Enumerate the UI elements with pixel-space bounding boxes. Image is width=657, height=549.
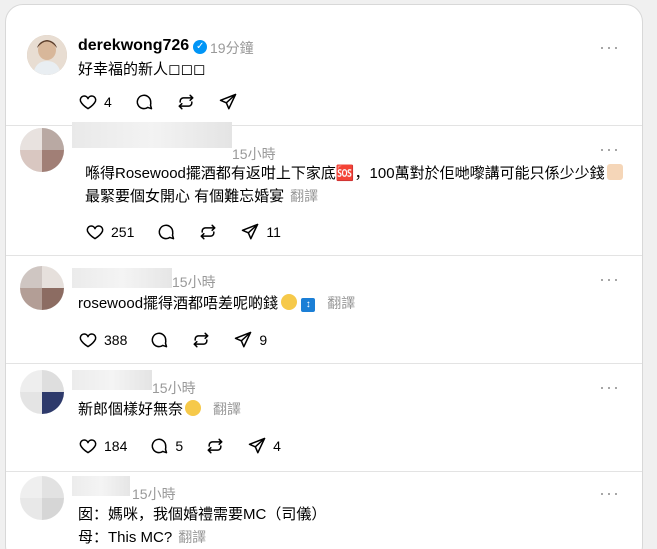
share-button[interactable]: 9 [233, 330, 267, 350]
share-button[interactable]: 11 [240, 222, 281, 242]
timestamp: 15小時 [232, 146, 276, 162]
hand-emoji-icon [606, 164, 623, 180]
like-button[interactable]: 184 [78, 436, 127, 456]
share-button[interactable] [218, 92, 238, 112]
reply-post: 15小時 ··· rosewood擺得酒都唔差呢啲錢 ↕ 翻譯 388 9 [6, 256, 642, 364]
reply-post: 15小時 ··· 喺得Rosewood擺酒都有返咁上下家底🆘，100萬對於佢哋嚟… [6, 122, 642, 256]
comment-button[interactable]: 5 [149, 436, 183, 456]
avatar[interactable] [20, 370, 64, 414]
repost-icon [200, 224, 216, 240]
more-icon[interactable]: ··· [599, 140, 620, 158]
comment-icon [158, 224, 175, 240]
post-text: 新郎個樣好無奈 翻譯 [78, 400, 242, 418]
like-button[interactable]: 4 [78, 92, 112, 112]
translate-link[interactable]: 翻譯 [178, 529, 206, 545]
blurred-username [72, 370, 152, 390]
share-icon [219, 93, 237, 110]
share-count: 9 [259, 332, 268, 348]
more-icon[interactable]: ··· [599, 270, 620, 288]
post-text: 好幸福的新人◻◻◻ [78, 61, 206, 78]
like-count: 251 [111, 224, 135, 240]
repost-button[interactable] [198, 222, 218, 242]
translate-link[interactable]: 翻譯 [213, 401, 241, 417]
action-bar: 184 5 4 [78, 436, 303, 456]
timestamp: 15小時 [172, 274, 216, 290]
like-count: 184 [104, 438, 128, 454]
avatar[interactable] [20, 476, 64, 520]
share-icon [248, 437, 266, 454]
reply-post: 15小時 ··· 囡：媽咪，我個婚禮需要MC（司儀） 母：This MC? 翻譯 [6, 472, 642, 549]
repost-icon [207, 438, 223, 454]
repost-button[interactable] [205, 436, 225, 456]
action-bar: 388 9 [78, 330, 289, 350]
translate-link[interactable]: 翻譯 [327, 295, 355, 311]
comment-icon [151, 332, 168, 348]
avatar[interactable] [20, 128, 64, 172]
heart-icon [79, 333, 97, 348]
share-count: 4 [273, 438, 281, 454]
comment-count: 5 [175, 438, 184, 454]
timestamp: 15小時 [132, 486, 176, 502]
like-button[interactable]: 251 [85, 222, 134, 242]
reply-post: 15小時 ··· 新郎個樣好無奈 翻譯 184 5 4 [6, 364, 642, 472]
username[interactable]: derekwong726 ✓ [78, 37, 208, 55]
blurred-username [72, 122, 232, 148]
window-edge [643, 0, 657, 549]
heart-icon [79, 95, 97, 110]
blurred-username [72, 476, 130, 496]
repost-icon [193, 332, 209, 348]
like-count: 388 [104, 332, 128, 348]
repost-icon [178, 94, 194, 110]
post-text: 囡：媽咪，我個婚禮需要MC（司儀） [78, 506, 327, 523]
translate-link[interactable]: 翻譯 [290, 188, 318, 204]
action-bar: 4 [78, 92, 260, 112]
heart-icon [86, 225, 104, 240]
comment-button[interactable] [134, 92, 154, 112]
share-count: 11 [266, 224, 281, 240]
timestamp: 15小時 [152, 380, 196, 396]
avatar[interactable] [27, 35, 67, 75]
verified-badge-icon: ✓ [193, 40, 208, 54]
blurred-username [72, 268, 172, 288]
thread-card: derekwong726 ✓ 19分鐘 ··· 好幸福的新人◻◻◻ 4 15小時… [5, 4, 643, 549]
laughing-emoji-icon [185, 400, 202, 416]
more-icon[interactable]: ··· [599, 38, 620, 56]
smiley-emoji-icon [281, 294, 298, 310]
share-icon [235, 331, 252, 348]
like-button[interactable]: 388 [78, 330, 127, 350]
comment-icon [136, 94, 153, 110]
more-icon[interactable]: ··· [599, 378, 620, 396]
arrow-emoji-icon: ↕ [301, 298, 316, 312]
heart-icon [79, 439, 97, 454]
comment-icon [151, 438, 168, 454]
main-post: derekwong726 ✓ 19分鐘 ··· 好幸福的新人◻◻◻ 4 [6, 5, 642, 126]
timestamp: 19分鐘 [210, 40, 254, 56]
avatar[interactable] [20, 266, 64, 310]
post-text: rosewood擺得酒都唔差呢啲錢 ↕ 翻譯 [78, 294, 356, 312]
repost-button[interactable] [176, 92, 196, 112]
repost-button[interactable] [191, 330, 211, 350]
post-text-line2: 最緊要個女開心 有個難忘婚宴 翻譯 [85, 188, 319, 205]
action-bar: 251 11 [85, 222, 303, 242]
more-icon[interactable]: ··· [599, 484, 620, 502]
post-text: 喺得Rosewood擺酒都有返咁上下家底🆘，100萬對於佢哋嚟講可能只係少少錢 [85, 163, 623, 185]
share-icon [242, 223, 259, 240]
like-count: 4 [104, 94, 112, 110]
share-button[interactable]: 4 [247, 436, 281, 456]
comment-button[interactable] [149, 330, 169, 350]
post-text-line2: 母：This MC? 翻譯 [78, 529, 207, 546]
comment-button[interactable] [156, 222, 176, 242]
